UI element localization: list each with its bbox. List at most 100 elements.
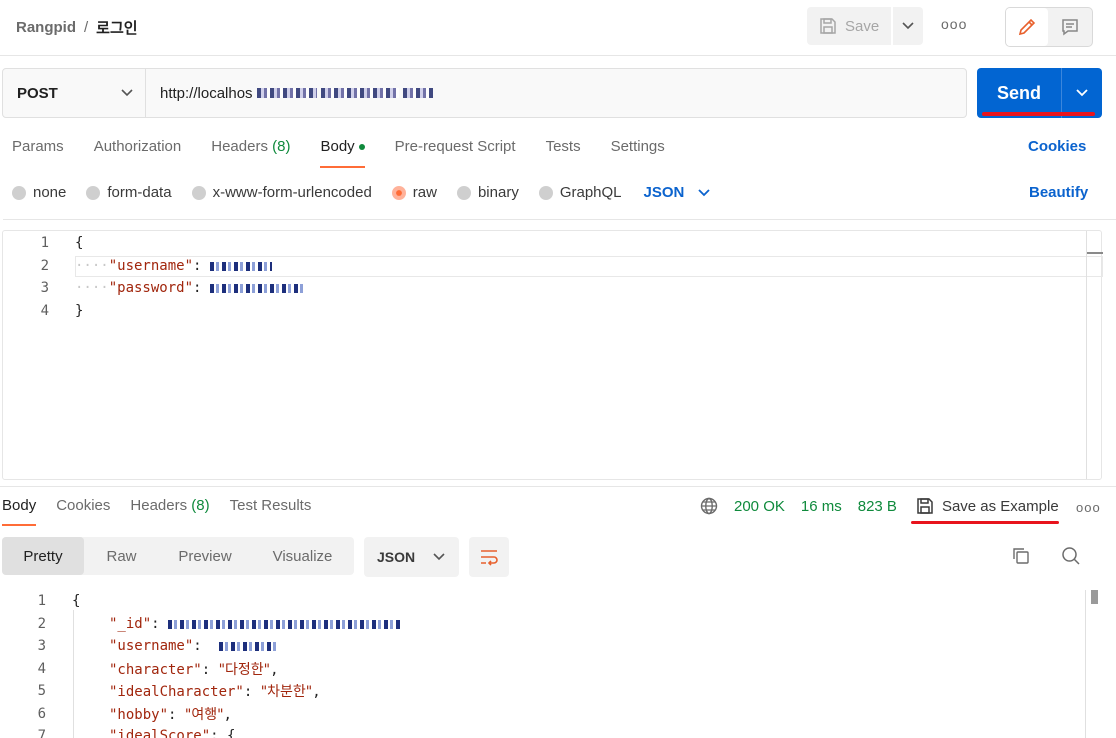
tab-body[interactable]: Body bbox=[320, 138, 365, 168]
tab-authorization[interactable]: Authorization bbox=[94, 138, 182, 168]
search-icon[interactable] bbox=[1061, 546, 1081, 570]
code-line: 1 { bbox=[3, 232, 1101, 254]
line-number: 1 bbox=[37, 593, 46, 609]
tab-test-results[interactable]: Test Results bbox=[230, 497, 312, 527]
editor-scrollbar-track bbox=[1086, 231, 1087, 479]
code-text: "character": "다정한", bbox=[109, 662, 279, 678]
edit-mode-button[interactable] bbox=[1006, 8, 1048, 46]
status-code[interactable]: 200 OK bbox=[734, 498, 785, 515]
code-text: ····"username": bbox=[75, 258, 272, 274]
breadcrumb: Rangpid / 로그인 bbox=[16, 17, 138, 38]
divider bbox=[3, 219, 1116, 220]
tab-settings[interactable]: Settings bbox=[611, 138, 665, 168]
json-key: "idealCharacter" bbox=[109, 684, 244, 700]
documentation-button[interactable] bbox=[1048, 8, 1092, 46]
request-body-editor[interactable]: 1 { 2 ····"username": 3 ····"password": … bbox=[2, 219, 1116, 480]
save-icon bbox=[820, 18, 836, 34]
json-value: "다정한" bbox=[218, 662, 271, 678]
code-text: "username": bbox=[109, 638, 277, 654]
save-as-example-button[interactable]: Save as Example bbox=[916, 497, 1059, 515]
tab-label: Pre-request Script bbox=[394, 138, 516, 155]
save-dropdown-button[interactable] bbox=[893, 7, 923, 45]
headers-count: (8) bbox=[272, 138, 291, 155]
tab-response-headers[interactable]: Headers (8) bbox=[130, 497, 209, 527]
json-brace: { bbox=[227, 728, 236, 738]
line-number: 4 bbox=[37, 661, 46, 677]
radio-binary[interactable]: binary bbox=[456, 184, 519, 201]
radio-label: form-data bbox=[107, 184, 172, 201]
more-options-button[interactable]: ooo bbox=[941, 16, 967, 32]
cookies-link[interactable]: Cookies bbox=[1028, 138, 1086, 155]
response-scrollbar-track bbox=[1085, 590, 1086, 738]
request-header: Rangpid / 로그인 Save ooo bbox=[0, 0, 1116, 56]
redacted-value bbox=[209, 261, 272, 271]
tab-response-body[interactable]: Body bbox=[2, 497, 37, 527]
response-time[interactable]: 16 ms bbox=[801, 498, 842, 515]
view-raw[interactable]: Raw bbox=[84, 537, 159, 575]
editor-scrollbar-marker[interactable] bbox=[1087, 252, 1103, 254]
tab-response-cookies[interactable]: Cookies bbox=[56, 497, 110, 527]
response-format-dropdown[interactable]: JSON bbox=[364, 537, 459, 577]
breadcrumb-collection[interactable]: Rangpid bbox=[16, 19, 76, 36]
line-number: 7 bbox=[37, 728, 46, 738]
line-number: 2 bbox=[37, 616, 46, 632]
radio-button bbox=[538, 185, 553, 200]
send-button-group: Send bbox=[977, 68, 1102, 118]
code-text: "hobby": "여행", bbox=[109, 707, 232, 723]
tab-label: Test Results bbox=[229, 497, 312, 514]
tab-pre-request-script[interactable]: Pre-request Script bbox=[395, 138, 516, 168]
view-pretty[interactable]: Pretty bbox=[2, 537, 84, 575]
code-text: "idealCharacter": "차분한", bbox=[109, 684, 321, 700]
json-key: "character" bbox=[109, 662, 202, 678]
save-label: Save bbox=[845, 17, 880, 35]
chevron-down-icon bbox=[433, 553, 445, 561]
radio-x-www-form-urlencoded[interactable]: x-www-form-urlencoded bbox=[191, 184, 372, 201]
save-button[interactable]: Save bbox=[807, 7, 891, 45]
breadcrumb-request-name[interactable]: 로그인 bbox=[96, 17, 137, 38]
radio-raw[interactable]: raw bbox=[391, 184, 437, 201]
json-key: "password" bbox=[108, 280, 194, 296]
json-colon: : bbox=[193, 258, 202, 274]
view-visualize[interactable]: Visualize bbox=[251, 537, 354, 575]
tab-label: Body bbox=[2, 497, 37, 514]
view-mode-toggle bbox=[1005, 7, 1093, 47]
radio-none[interactable]: none bbox=[12, 184, 66, 201]
radio-form-data[interactable]: form-data bbox=[86, 184, 172, 201]
chevron-down-icon bbox=[698, 188, 711, 196]
globe-icon[interactable] bbox=[700, 497, 718, 515]
json-key: "idealScore" bbox=[109, 728, 211, 738]
response-scrollbar-thumb[interactable] bbox=[1091, 590, 1098, 604]
tab-tests[interactable]: Tests bbox=[546, 138, 581, 168]
url-bar: POST http://localhos bbox=[2, 68, 967, 118]
url-input[interactable]: http://localhos bbox=[146, 69, 966, 117]
json-key: "username" bbox=[109, 638, 194, 654]
response-body-viewer[interactable]: 1 { 2 "_id": 3 "username": 4 "character"… bbox=[0, 590, 1100, 738]
view-preview[interactable]: Preview bbox=[159, 537, 251, 575]
tab-headers[interactable]: Headers (8) bbox=[211, 138, 290, 168]
beautify-link[interactable]: Beautify bbox=[1029, 184, 1088, 201]
response-more-button[interactable]: ooo bbox=[1076, 500, 1101, 515]
code-text: "_id": bbox=[109, 616, 401, 632]
tab-label: Body bbox=[320, 138, 355, 155]
code-line: 3 "username": bbox=[0, 635, 1100, 657]
response-size[interactable]: 823 B bbox=[858, 498, 897, 515]
highlight-underline bbox=[911, 521, 1059, 524]
radio-label: x-www-form-urlencoded bbox=[212, 184, 372, 201]
method-select[interactable]: POST bbox=[3, 69, 146, 117]
radio-button bbox=[191, 185, 206, 200]
redacted-value bbox=[209, 283, 306, 293]
redacted-url-segment bbox=[256, 88, 317, 98]
radio-graphql[interactable]: GraphQL bbox=[538, 184, 622, 201]
wrap-lines-button[interactable] bbox=[469, 537, 509, 577]
request-tabs: Params Authorization Headers (8) Body Pr… bbox=[12, 138, 695, 168]
tab-params[interactable]: Params bbox=[12, 138, 64, 168]
send-button[interactable]: Send bbox=[977, 68, 1061, 118]
send-options-button[interactable] bbox=[1061, 68, 1102, 118]
save-icon bbox=[917, 498, 933, 514]
redacted-value bbox=[168, 619, 401, 629]
code-line: 2 ····"username": bbox=[3, 255, 1101, 277]
chevron-down-icon bbox=[902, 22, 914, 30]
copy-icon[interactable] bbox=[1011, 546, 1031, 570]
body-format-dropdown[interactable]: JSON bbox=[644, 184, 711, 201]
save-button-group: Save bbox=[807, 7, 923, 45]
